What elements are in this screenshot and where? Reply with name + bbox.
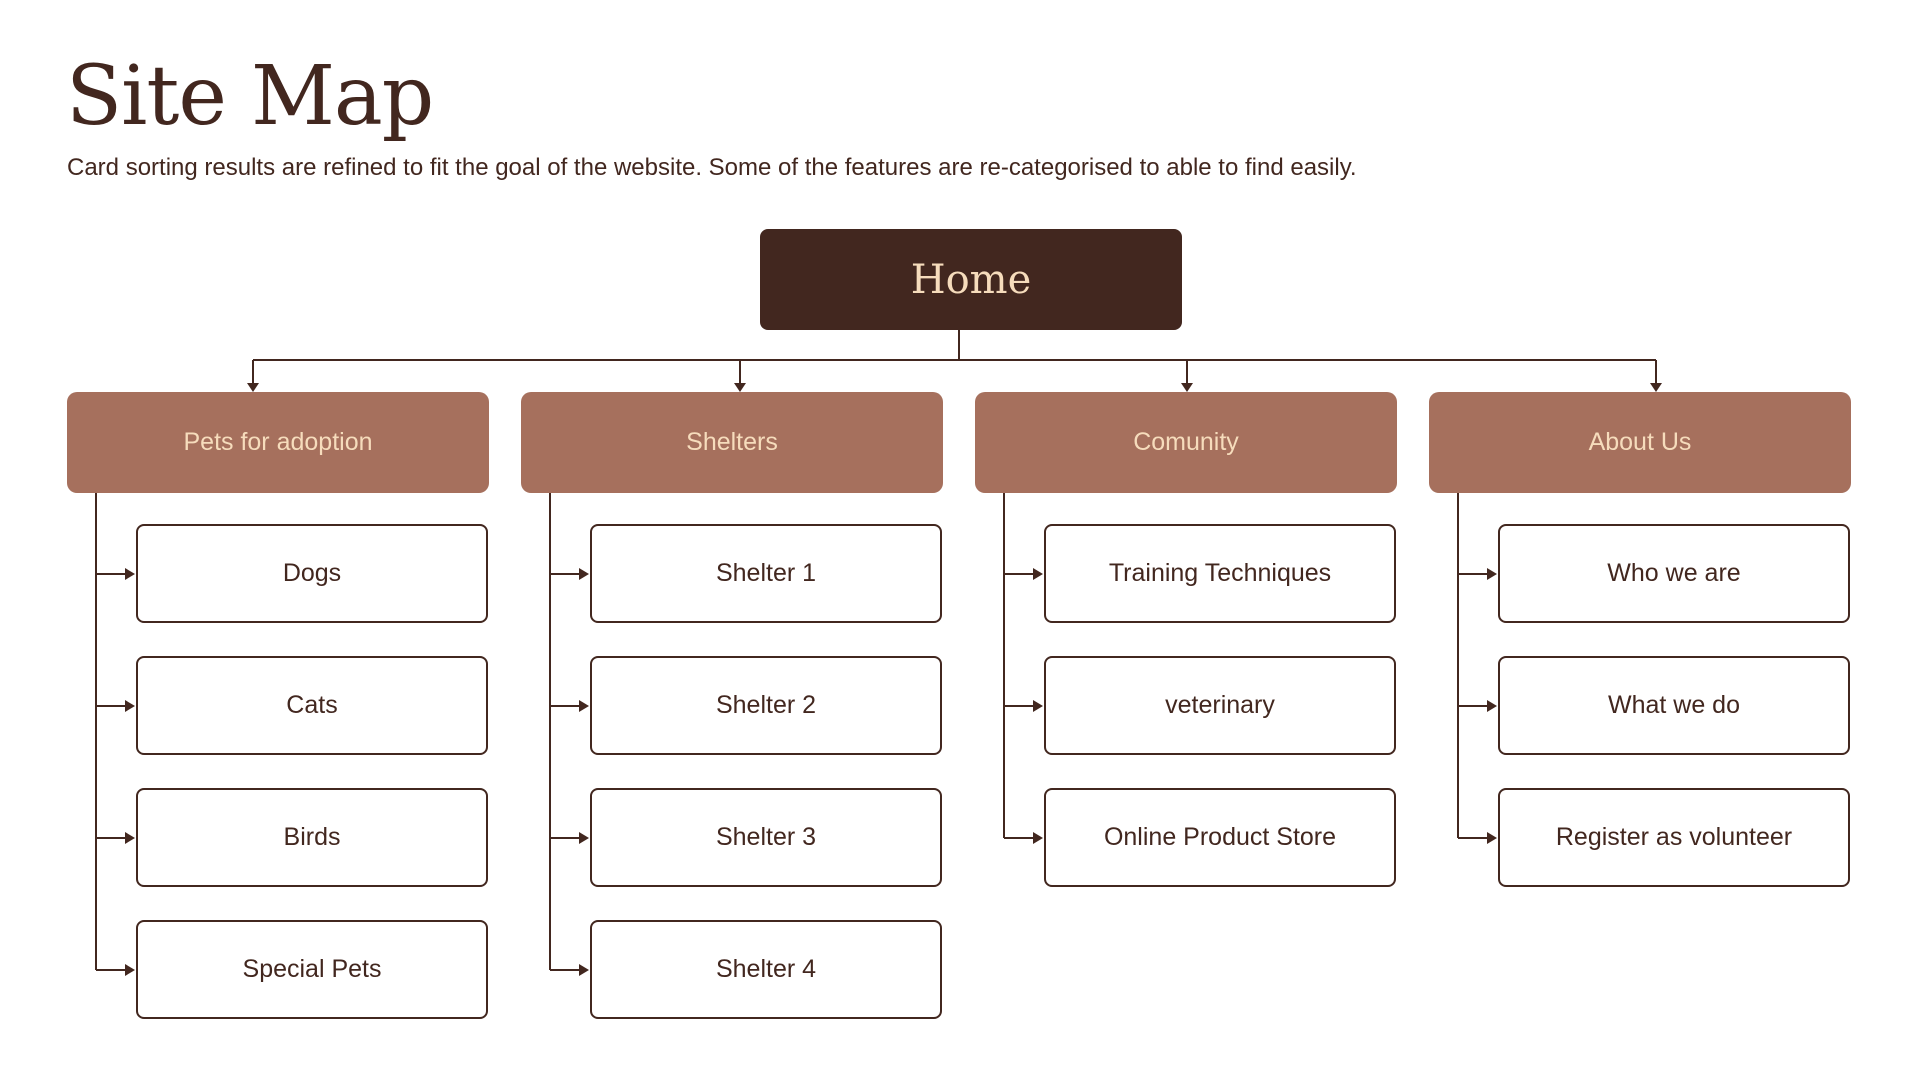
page-subtitle: Card sorting results are refined to fit … [67, 154, 1357, 181]
connector-child-arrowhead [579, 964, 589, 976]
connector-child-arrowhead [1033, 832, 1043, 844]
connector-child-arrowhead [125, 700, 135, 712]
connector-child-arrowhead [1487, 568, 1497, 580]
connector-child-arrowhead [579, 568, 589, 580]
child-shelter-1[interactable]: Shelter 1 [590, 524, 942, 623]
child-shelter-2[interactable]: Shelter 2 [590, 656, 942, 755]
connector-category-arrowhead [1650, 383, 1662, 392]
node-home[interactable]: Home [760, 229, 1182, 330]
child-dogs[interactable]: Dogs [136, 524, 488, 623]
connector-category-arrowhead [734, 383, 746, 392]
child-veterinary[interactable]: veterinary [1044, 656, 1396, 755]
category-comunity[interactable]: Comunity [975, 392, 1397, 493]
connector-child-arrowhead [579, 832, 589, 844]
child-online-product-store[interactable]: Online Product Store [1044, 788, 1396, 887]
child-shelter-4[interactable]: Shelter 4 [590, 920, 942, 1019]
connector-child-arrowhead [1487, 700, 1497, 712]
connector-child-arrowhead [1033, 568, 1043, 580]
connector-child-arrowhead [125, 832, 135, 844]
child-special-pets[interactable]: Special Pets [136, 920, 488, 1019]
child-training-techniques[interactable]: Training Techniques [1044, 524, 1396, 623]
child-birds[interactable]: Birds [136, 788, 488, 887]
connector-child-arrowhead [125, 964, 135, 976]
child-register-as-volunteer[interactable]: Register as volunteer [1498, 788, 1850, 887]
connector-category-arrowhead [1181, 383, 1193, 392]
category-pets-for-adoption[interactable]: Pets for adoption [67, 392, 489, 493]
connector-category-arrowhead [247, 383, 259, 392]
connector-child-arrowhead [1487, 832, 1497, 844]
connector-child-arrowhead [1033, 700, 1043, 712]
connector-child-arrowhead [579, 700, 589, 712]
page-title: Site Map [66, 49, 434, 144]
child-cats[interactable]: Cats [136, 656, 488, 755]
category-shelters[interactable]: Shelters [521, 392, 943, 493]
child-who-we-are[interactable]: Who we are [1498, 524, 1850, 623]
child-shelter-3[interactable]: Shelter 3 [590, 788, 942, 887]
child-what-we-do[interactable]: What we do [1498, 656, 1850, 755]
connector-child-arrowhead [125, 568, 135, 580]
category-about-us[interactable]: About Us [1429, 392, 1851, 493]
